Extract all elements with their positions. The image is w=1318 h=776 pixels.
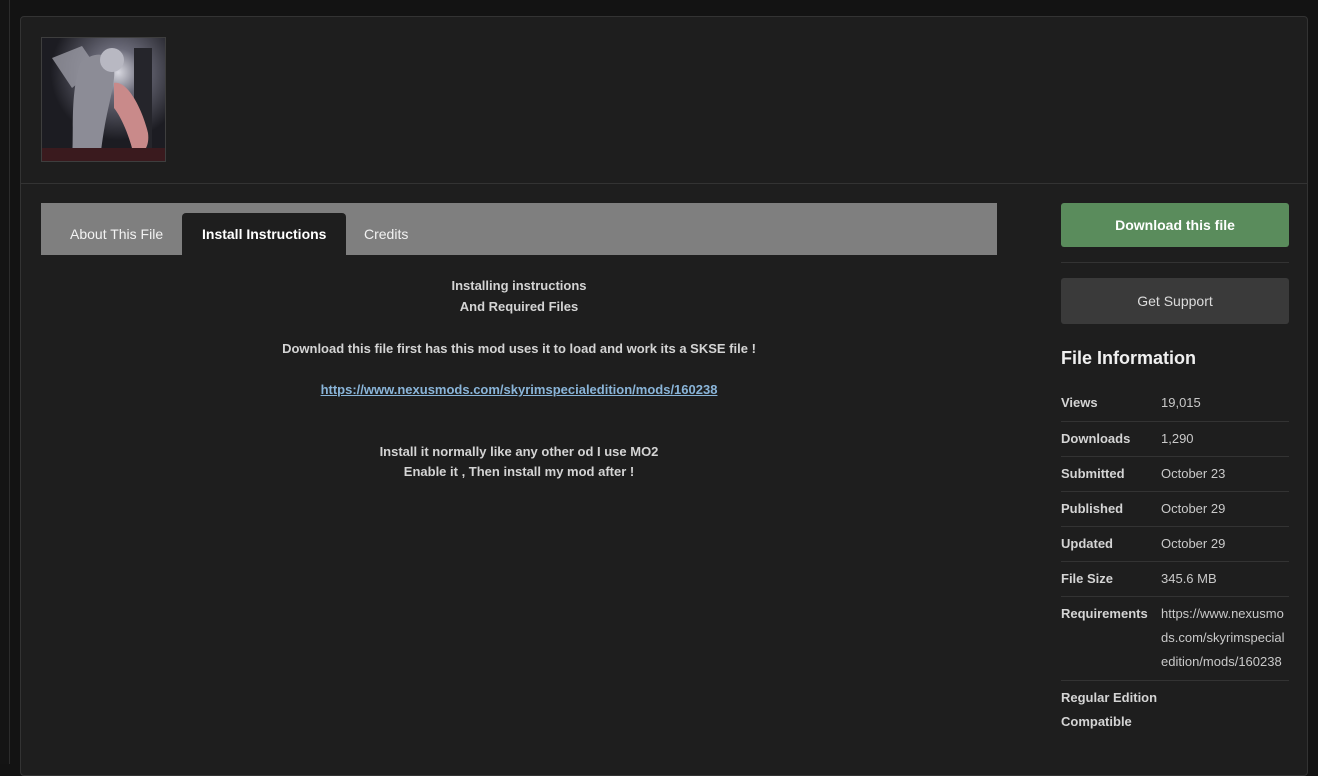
thumbnail-image <box>42 38 165 161</box>
sidebar-divider <box>1061 262 1289 263</box>
info-key: Submitted <box>1061 466 1125 481</box>
info-row-updated: Updated October 29 <box>1061 527 1289 562</box>
info-value: October 29 <box>1161 536 1226 551</box>
file-information-title: File Information <box>1061 348 1196 368</box>
info-row-published: Published October 29 <box>1061 492 1289 527</box>
info-value: 1,290 <box>1161 431 1194 446</box>
info-row-regular-edition: Regular Edition Compatible <box>1061 681 1289 741</box>
file-thumbnail[interactable] <box>41 37 166 162</box>
info-row-requirements: Requirements https://www.nexusmods.com/s… <box>1061 597 1289 681</box>
requirement-link[interactable]: https://www.nexusmods.com/skyrimspeciale… <box>321 382 718 397</box>
info-key: Regular Edition Compatible <box>1061 690 1158 729</box>
info-key: Downloads <box>1061 431 1131 446</box>
file-information-table: Views 19,015 Downloads 1,290 Submitted O… <box>1061 393 1289 741</box>
download-file-button[interactable]: Download this file <box>1061 203 1289 247</box>
tab-install-instructions[interactable]: Install Instructions <box>182 213 347 255</box>
requirements-link[interactable]: https://www.nexusmods.com/skyrimspeciale… <box>1161 602 1289 674</box>
info-row-file-size: File Size 345.6 MB <box>1061 562 1289 597</box>
instructions-heading: Installing instructions <box>451 278 587 293</box>
info-value: 19,015 <box>1161 395 1201 410</box>
install-instructions-content: Installing instructions And Required Fil… <box>41 255 997 482</box>
tab-credits[interactable]: Credits <box>344 213 428 255</box>
info-value: October 29 <box>1161 501 1226 516</box>
info-value: 345.6 MB <box>1161 571 1217 586</box>
info-key: File Size <box>1061 571 1114 586</box>
info-value: October 23 <box>1161 466 1226 481</box>
instructions-step-2: Enable it , Then install my mod after ! <box>403 464 635 479</box>
instructions-subheading: And Required Files <box>459 299 579 314</box>
info-row-submitted: Submitted October 23 <box>1061 457 1289 492</box>
tab-about[interactable]: About This File <box>50 213 183 255</box>
info-key: Requirements <box>1061 606 1148 621</box>
info-key: Views <box>1061 395 1098 410</box>
file-tabs: About This File Install Instructions Cre… <box>41 203 997 255</box>
file-panel: About This File Install Instructions Cre… <box>20 16 1308 776</box>
page-left-edge <box>0 0 10 764</box>
info-key: Published <box>1061 501 1124 516</box>
info-key: Updated <box>1061 536 1113 551</box>
instructions-note: Download this file first has this mod us… <box>282 341 756 356</box>
file-header <box>21 17 1307 184</box>
get-support-button[interactable]: Get Support <box>1061 278 1289 324</box>
info-row-downloads: Downloads 1,290 <box>1061 422 1289 457</box>
info-row-views: Views 19,015 <box>1061 386 1289 422</box>
instructions-step-1: Install it normally like any other od I … <box>379 444 659 459</box>
